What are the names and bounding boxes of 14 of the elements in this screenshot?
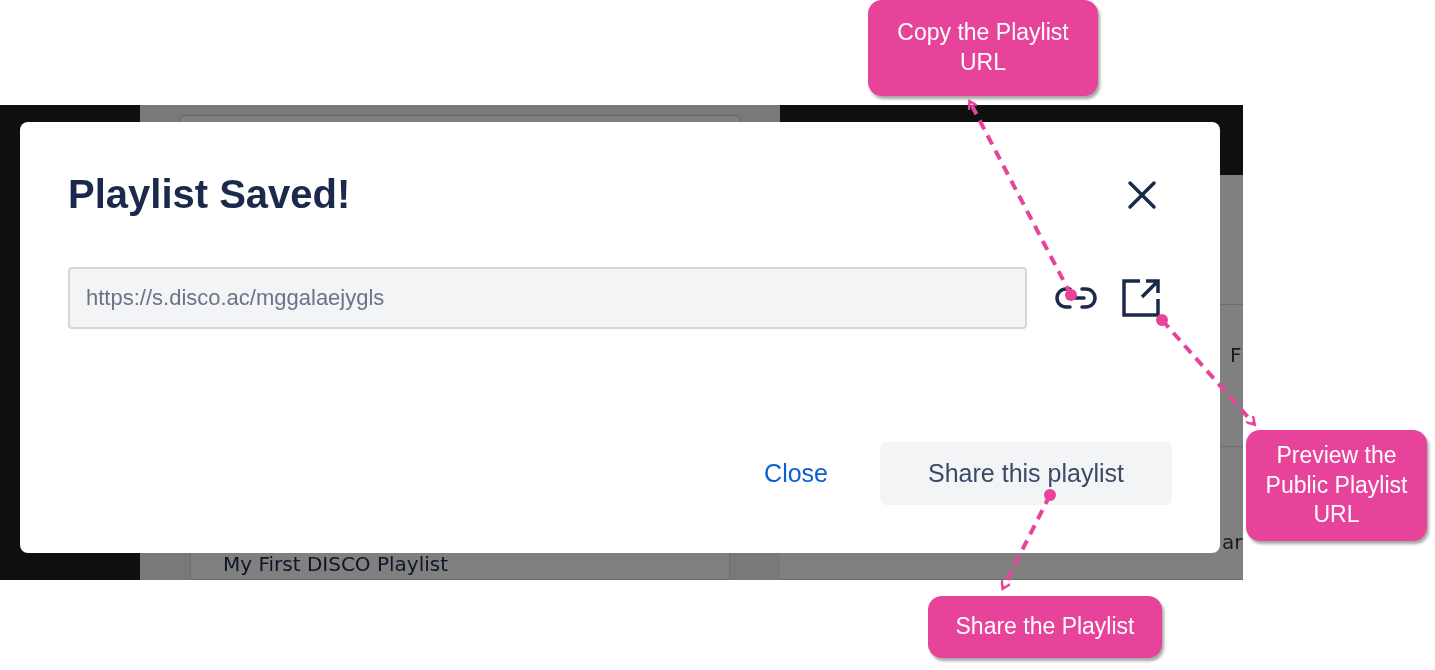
link-icon[interactable] [1055, 284, 1097, 312]
callout: Copy the Playlist URL [868, 0, 1098, 96]
row-text: F [1230, 343, 1242, 367]
playlist-card[interactable]: My First DISCO Playlist [190, 552, 730, 580]
close-icon[interactable] [1127, 179, 1157, 210]
dialog-title: Playlist Saved! [68, 172, 351, 217]
playlist-name: My First DISCO Playlist [223, 553, 449, 576]
callout: Share the Playlist [928, 596, 1162, 658]
close-link[interactable]: Close [764, 459, 828, 488]
external-link-icon[interactable] [1122, 279, 1160, 317]
row-text: ar [1222, 530, 1243, 554]
callout: Preview the Public Playlist URL [1246, 430, 1427, 541]
url-field[interactable]: https://s.disco.ac/mggalaejygls [68, 267, 1027, 329]
share-button[interactable]: Share this playlist [880, 442, 1172, 505]
